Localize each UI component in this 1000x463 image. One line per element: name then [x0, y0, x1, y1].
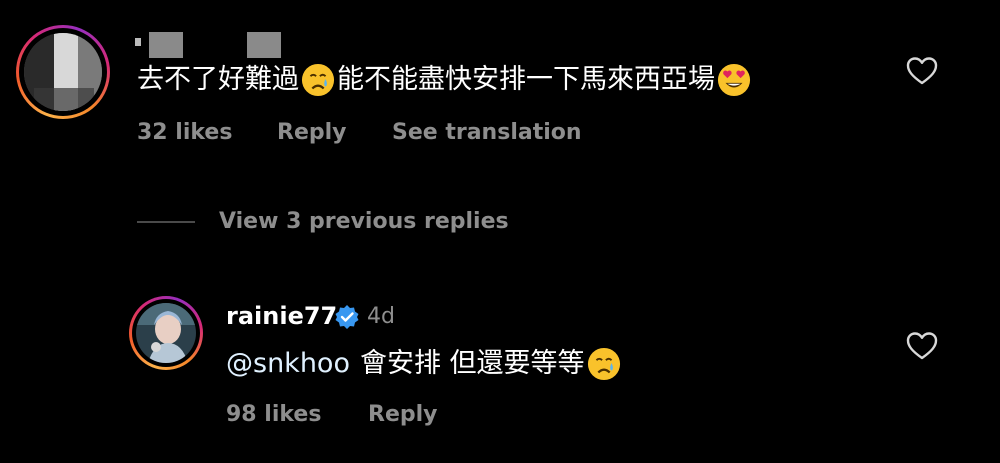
reply-author-avatar[interactable]: [129, 296, 203, 370]
reply-button[interactable]: Reply: [277, 120, 347, 145]
comment-text-part1: 去不了好難過: [137, 64, 299, 95]
heart-outline-icon[interactable]: [906, 331, 938, 361]
mention-link[interactable]: @snkhoo: [226, 346, 350, 382]
crying-face-icon: [301, 63, 335, 97]
blurred-avatar-image: [24, 33, 102, 111]
reply-text-body: 會安排 但還要等等: [359, 348, 585, 379]
avatar-photo: [136, 303, 196, 363]
reply-text: @snkhoo 會安排 但還要等等: [226, 346, 623, 382]
reply-button[interactable]: Reply: [368, 402, 438, 427]
comment-likes-count[interactable]: 32 likes: [137, 120, 232, 145]
reply-likes-count[interactable]: 98 likes: [226, 402, 321, 427]
heart-outline-icon[interactable]: [906, 56, 938, 86]
comment-timestamp: 4d: [367, 304, 395, 329]
see-translation-button[interactable]: See translation: [392, 120, 582, 145]
verified-badge-icon: [335, 305, 359, 329]
avatar-photo: [24, 33, 102, 111]
commenter-avatar[interactable]: [16, 25, 110, 119]
crying-face-icon: [587, 347, 620, 381]
heart-eyes-face-icon: [717, 63, 751, 97]
username[interactable]: rainie77: [226, 302, 337, 330]
profile-photo-image: [136, 303, 196, 363]
comment-text: 去不了好難過 能不能盡快安排一下馬來西亞場: [137, 62, 753, 98]
comment-text-part2: 能不能盡快安排一下馬來西亞場: [337, 64, 715, 95]
redacted-username: [135, 32, 285, 58]
view-previous-replies-button[interactable]: View 3 previous replies: [219, 209, 509, 234]
replies-divider-line: [137, 221, 195, 223]
